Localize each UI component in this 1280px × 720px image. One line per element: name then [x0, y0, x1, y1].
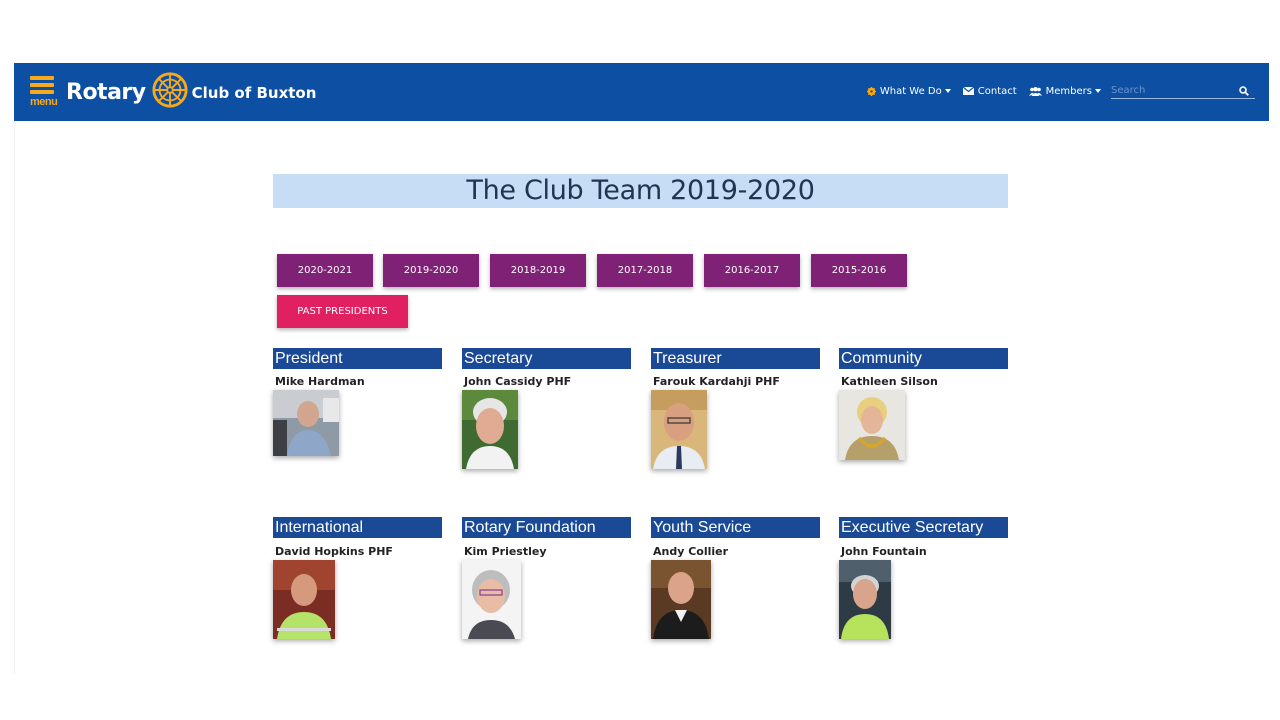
- caret-down-icon: [944, 89, 951, 93]
- search-icon[interactable]: [1239, 85, 1249, 96]
- search-input[interactable]: [1111, 85, 1239, 96]
- member-photo[interactable]: [651, 390, 707, 469]
- member-photo[interactable]: [839, 390, 905, 460]
- member-name: Farouk Kardahji PHF: [653, 375, 780, 388]
- role-header-president: President: [273, 348, 442, 369]
- search-box: [1111, 83, 1255, 99]
- hamburger-icon-bar: [30, 83, 54, 87]
- rotary-wheel-icon: [151, 71, 189, 114]
- role-header-international: International: [273, 517, 442, 538]
- top-navbar: menu Rotary Club of Buxton What We Do Co…: [14, 63, 1269, 121]
- year-button-2020-2021[interactable]: 2020-2021: [277, 254, 373, 287]
- role-header-rotary-foundation: Rotary Foundation: [462, 517, 631, 538]
- member-name: John Fountain: [841, 545, 927, 558]
- role-header-treasurer: Treasurer: [651, 348, 820, 369]
- nav-members-label: Members: [1045, 85, 1092, 97]
- nav-right: What We Do Contact Members: [855, 83, 1255, 99]
- role-header-executive-secretary: Executive Secretary: [839, 517, 1008, 538]
- hamburger-icon-bar: [30, 90, 54, 94]
- hamburger-icon: [30, 76, 54, 80]
- logo-club-text: Club of Buxton: [191, 84, 317, 102]
- logo-rotary-text: Rotary: [66, 79, 146, 105]
- caret-down-icon: [1095, 89, 1101, 93]
- year-button-2016-2017[interactable]: 2016-2017: [704, 254, 800, 287]
- gear-icon: [866, 86, 876, 96]
- member-name: Mike Hardman: [275, 375, 365, 388]
- member-name: Kathleen Silson: [841, 375, 938, 388]
- year-button-2015-2016[interactable]: 2015-2016: [811, 254, 907, 287]
- menu-button[interactable]: menu: [30, 76, 58, 110]
- member-photo[interactable]: [651, 560, 711, 639]
- member-name: John Cassidy PHF: [464, 375, 572, 388]
- nav-what-we-do-label: What We Do: [879, 85, 942, 97]
- member-name: Andy Collier: [653, 545, 729, 558]
- users-icon: [1028, 86, 1042, 96]
- site-logo[interactable]: Rotary Club of Buxton: [66, 71, 317, 114]
- menu-label: menu: [30, 96, 58, 108]
- member-name: David Hopkins PHF: [275, 545, 393, 558]
- member-photo[interactable]: [462, 560, 521, 639]
- role-header-community: Community: [839, 348, 1008, 369]
- page-title: The Club Team 2019-2020: [466, 175, 815, 206]
- year-button-2018-2019[interactable]: 2018-2019: [490, 254, 586, 287]
- member-photo[interactable]: [273, 560, 335, 639]
- member-photo[interactable]: [839, 560, 891, 639]
- role-header-youth-service: Youth Service: [651, 517, 820, 538]
- nav-members[interactable]: Members: [1028, 85, 1101, 97]
- year-button-2019-2020[interactable]: 2019-2020: [383, 254, 479, 287]
- nav-contact-label: Contact: [977, 85, 1017, 97]
- year-button-2017-2018[interactable]: 2017-2018: [597, 254, 693, 287]
- past-presidents-button[interactable]: PAST PRESIDENTS: [277, 295, 408, 328]
- page-frame: [14, 63, 1269, 673]
- nav-contact[interactable]: Contact: [962, 85, 1017, 97]
- member-name: Kim Priestley: [464, 545, 547, 558]
- envelope-icon: [962, 87, 974, 95]
- nav-what-we-do[interactable]: What We Do: [866, 85, 951, 97]
- member-photo[interactable]: [462, 390, 518, 469]
- page-title-bar: The Club Team 2019-2020: [273, 174, 1008, 208]
- member-photo[interactable]: [273, 390, 339, 456]
- role-header-secretary: Secretary: [462, 348, 631, 369]
